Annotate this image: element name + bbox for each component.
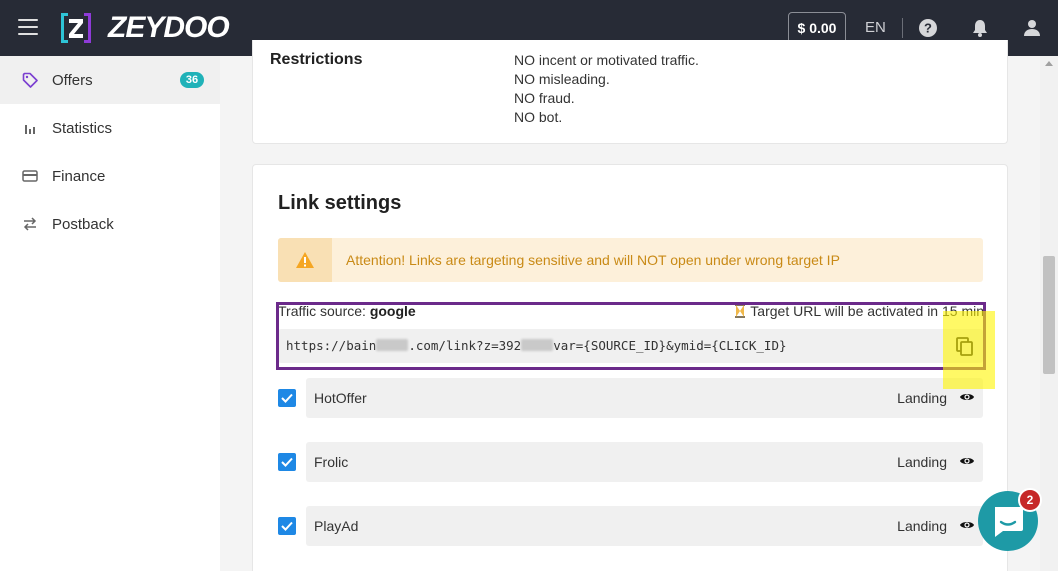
offers-count-badge: 36 xyxy=(180,72,204,88)
activation-note: Target URL will be activated in 15 min xyxy=(734,303,984,319)
redacted-segment xyxy=(376,339,409,351)
alert-text: Attention! Links are targeting sensitive… xyxy=(346,252,840,268)
landing-name: PlayAd xyxy=(314,518,359,534)
restriction-item: NO bot. xyxy=(514,109,563,125)
tracking-url-field[interactable]: https://bain .com/link?z=392 var={SOURCE_I… xyxy=(278,329,983,363)
restrictions-label: Restrictions xyxy=(270,51,363,68)
logo-text: ZEYDOO xyxy=(108,11,230,44)
sidebar-item-label: Offers xyxy=(52,71,93,89)
logo[interactable]: ZEYDOO xyxy=(58,9,230,47)
restrictions-card: Restrictions NO incent or motivated traf… xyxy=(252,40,1008,144)
restriction-item: NO incent or motivated traffic. xyxy=(514,52,699,68)
landing-item[interactable]: Frolic Landing xyxy=(306,442,983,482)
eye-icon[interactable] xyxy=(959,518,975,532)
sidebar-item-label: Postback xyxy=(52,215,114,233)
redacted-segment xyxy=(521,339,554,351)
traffic-source-label: Traffic source: xyxy=(278,303,370,319)
landing-checkbox[interactable] xyxy=(278,453,296,471)
landing-row: Frolic Landing xyxy=(278,442,983,482)
landing-type: Landing xyxy=(897,518,947,534)
sidebar-item-finance[interactable]: Finance xyxy=(0,152,220,200)
bar-chart-icon xyxy=(25,125,35,134)
eye-icon[interactable] xyxy=(959,454,975,468)
language-selector[interactable]: EN xyxy=(865,19,886,36)
landing-checkbox[interactable] xyxy=(278,517,296,535)
swap-arrows-icon xyxy=(23,217,37,231)
divider xyxy=(902,18,903,38)
sidebar-item-statistics[interactable]: Statistics xyxy=(0,104,220,152)
link-settings-card: Link settings Attention! Links are targe… xyxy=(252,164,1008,571)
logo-mark-icon xyxy=(61,13,91,43)
landing-type: Landing xyxy=(897,454,947,470)
check-icon xyxy=(281,457,293,467)
user-icon[interactable] xyxy=(1022,18,1042,38)
bell-icon[interactable] xyxy=(970,18,990,38)
svg-text:?: ? xyxy=(924,21,932,36)
sidebar-item-postback[interactable]: Postback xyxy=(0,200,220,248)
check-icon xyxy=(281,393,293,403)
check-icon xyxy=(281,521,293,531)
section-title: Link settings xyxy=(278,192,402,214)
landing-name: HotOffer xyxy=(314,390,367,406)
restriction-item: NO misleading. xyxy=(514,71,610,87)
url-part: https://bain xyxy=(286,338,377,353)
url-part: .com/link?z=392 xyxy=(408,338,522,353)
hourglass-icon xyxy=(735,304,746,318)
activation-text: Target URL will be activated in 15 min xyxy=(750,303,984,319)
landing-row: PlayAd Landing xyxy=(278,506,983,546)
sidebar-item-label: Statistics xyxy=(52,119,113,137)
landing-name: Frolic xyxy=(314,454,349,470)
copy-icon[interactable] xyxy=(953,335,975,357)
url-part: var={SOURCE_ID}&ymid={CLICK_ID} xyxy=(553,338,787,353)
restriction-item: NO fraud. xyxy=(514,90,575,106)
landing-item[interactable]: HotOffer Landing xyxy=(306,378,983,418)
menu-icon[interactable] xyxy=(18,19,38,35)
landing-type: Landing xyxy=(897,390,947,406)
landing-item[interactable]: PlayAd Landing xyxy=(306,506,983,546)
sidebar-item-label: Finance xyxy=(52,167,106,185)
chat-unread-badge: 2 xyxy=(1018,488,1042,512)
landing-row: HotOffer Landing xyxy=(278,378,983,418)
scroll-thumb[interactable] xyxy=(1043,256,1055,374)
eye-icon[interactable] xyxy=(959,390,975,404)
sidebar-item-offers[interactable]: Offers 36 xyxy=(0,56,220,104)
traffic-source-value: google xyxy=(369,303,416,319)
tracking-url: https://bain .com/link?z=392 var={SOURCE_I… xyxy=(286,338,787,353)
alert-strong: Attention! xyxy=(346,252,406,268)
tag-icon xyxy=(22,72,38,88)
scroll-up-icon[interactable] xyxy=(1045,61,1053,66)
help-icon[interactable]: ? xyxy=(918,18,938,38)
restrictions-list: NO incent or motivated traffic. NO misle… xyxy=(514,51,699,127)
alert-message: Links are targeting sensitive and will N… xyxy=(405,252,840,268)
warning-icon xyxy=(296,252,314,268)
alert-icon-box xyxy=(278,238,332,282)
landing-checkbox[interactable] xyxy=(278,389,296,407)
attention-alert: Attention! Links are targeting sensitive… xyxy=(278,238,983,282)
traffic-source-row: Traffic source: google Target URL will b… xyxy=(278,303,984,319)
sidebar: Offers 36 Statistics Finance Postback xyxy=(0,56,220,571)
scrollbar[interactable] xyxy=(1040,56,1058,571)
credit-card-icon xyxy=(22,170,38,182)
